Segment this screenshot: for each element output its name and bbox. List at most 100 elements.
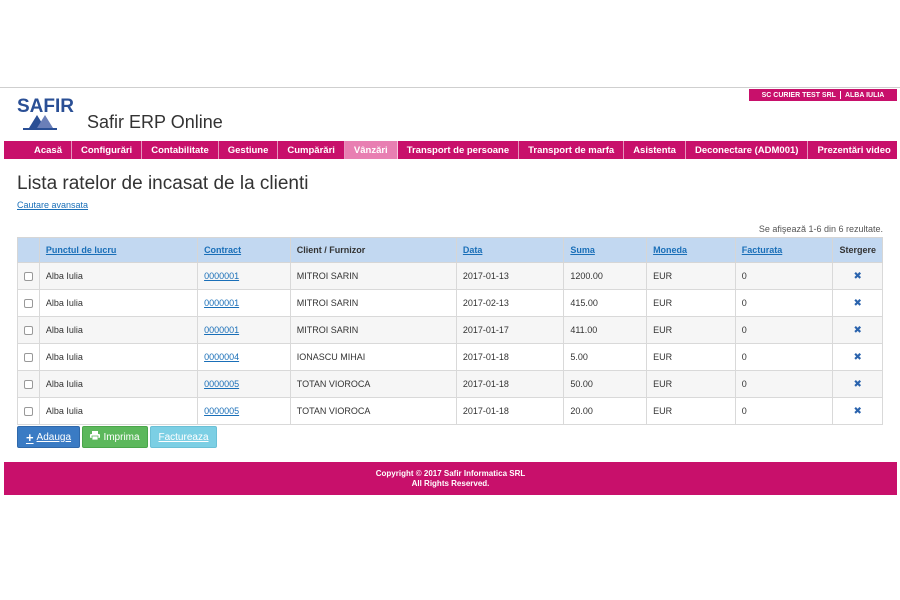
header-delete: Stergere [832, 237, 883, 263]
row-select[interactable] [17, 289, 40, 317]
nav-item-asistenta[interactable]: Asistenta [624, 141, 686, 159]
company-separator [839, 91, 841, 99]
cell-invoiced: 0 [734, 370, 834, 398]
contract-link[interactable]: 0000005 [204, 379, 239, 389]
cell-contract: 0000005 [197, 370, 291, 398]
cell-currency: EUR [646, 397, 736, 425]
safir-logo[interactable]: SAFIR [17, 95, 79, 131]
row-checkbox[interactable] [23, 326, 33, 336]
print-button-label: Imprima [103, 431, 140, 443]
printer-icon [90, 431, 101, 443]
row-checkbox[interactable] [23, 407, 33, 417]
cell-client: MITROI SARIN [289, 316, 457, 344]
print-button[interactable]: Imprima [82, 426, 148, 448]
cell-invoiced: 0 [734, 343, 834, 371]
cell-amount: 415.00 [563, 289, 648, 317]
cell-invoiced: 0 [734, 316, 834, 344]
company-name: SC CURIER TEST SRL [761, 91, 836, 99]
sort-invoiced-link[interactable]: Facturata [742, 245, 783, 255]
app-title: Safir ERP Online [87, 112, 223, 132]
page-footer: Copyright © 2017 Safir Informatica SRL A… [4, 462, 897, 495]
nav-item-vanzari[interactable]: Vânzări [344, 141, 398, 159]
row-select[interactable] [17, 316, 40, 344]
row-select[interactable] [17, 397, 40, 425]
cell-delete: ✖ [832, 289, 883, 317]
nav-item-cumparari[interactable]: Cumpărări [278, 141, 345, 159]
invoice-button-label: Factureaza [158, 431, 209, 443]
table-row: Alba Iulia 0000005 TOTAN VIOROCA 2017-01… [17, 397, 883, 425]
row-checkbox[interactable] [23, 299, 33, 309]
sort-date-link[interactable]: Data [463, 245, 483, 255]
cell-amount: 5.00 [563, 343, 648, 371]
header-amount[interactable]: Suma [563, 237, 648, 263]
cell-location: Alba Iulia [38, 262, 199, 290]
delete-icon[interactable]: ✖ [854, 271, 862, 282]
table-header-row: Punctul de lucru Contract Client / Furni… [17, 237, 883, 263]
cell-contract: 0000005 [197, 397, 291, 425]
header-contract[interactable]: Contract [197, 237, 291, 263]
cell-date: 2017-01-18 [455, 397, 565, 425]
contract-link[interactable]: 0000001 [204, 325, 239, 335]
cell-contract: 0000004 [197, 343, 291, 371]
cell-client: TOTAN VIOROCA [289, 370, 457, 398]
cell-client: MITROI SARIN [289, 289, 457, 317]
header-invoiced[interactable]: Facturata [734, 237, 834, 263]
nav-item-contabilitate[interactable]: Contabilitate [142, 141, 219, 159]
add-button-label: Adauga [36, 431, 72, 443]
main-navbar: Acasă Configurări Contabilitate Gestiune… [4, 141, 900, 159]
top-divider [0, 87, 900, 88]
cell-location: Alba Iulia [38, 343, 199, 371]
footer-rights: All Rights Reserved. [411, 479, 490, 488]
nav-item-prezentari-video[interactable]: Prezentări video [808, 141, 900, 159]
table-row: Alba Iulia 0000001 MITROI SARIN 2017-02-… [17, 289, 883, 317]
add-button[interactable]: + Adauga [17, 426, 80, 448]
cell-invoiced: 0 [734, 262, 834, 290]
company-location: ALBA IULIA [844, 91, 885, 99]
delete-icon[interactable]: ✖ [854, 379, 862, 390]
cell-location: Alba Iulia [38, 289, 199, 317]
row-checkbox[interactable] [23, 353, 33, 363]
nav-item-configurari[interactable]: Configurări [72, 141, 143, 159]
cell-date: 2017-02-13 [455, 289, 565, 317]
contract-link[interactable]: 0000001 [204, 298, 239, 308]
contract-link[interactable]: 0000001 [204, 271, 239, 281]
cell-contract: 0000001 [197, 316, 291, 344]
nav-item-transport-marfa[interactable]: Transport de marfa [519, 141, 625, 159]
sort-amount-link[interactable]: Suma [570, 245, 595, 255]
row-select[interactable] [17, 343, 40, 371]
delete-icon[interactable]: ✖ [854, 298, 862, 309]
table-row: Alba Iulia 0000001 MITROI SARIN 2017-01-… [17, 262, 883, 290]
nav-item-transport-persoane[interactable]: Transport de persoane [398, 141, 520, 159]
cell-delete: ✖ [832, 262, 883, 290]
row-checkbox[interactable] [23, 380, 33, 390]
row-select[interactable] [17, 370, 40, 398]
header-currency[interactable]: Moneda [646, 237, 736, 263]
row-select[interactable] [17, 262, 40, 290]
nav-item-deconectare[interactable]: Deconectare (ADM001) [686, 141, 809, 159]
delete-icon[interactable]: ✖ [854, 325, 862, 336]
cell-currency: EUR [646, 289, 736, 317]
company-bar: SC CURIER TEST SRL ALBA IULIA [749, 89, 897, 101]
cell-client: MITROI SARIN [289, 262, 457, 290]
cell-date: 2017-01-13 [455, 262, 565, 290]
advanced-search-link[interactable]: Cautare avansata [17, 200, 88, 210]
cell-delete: ✖ [832, 370, 883, 398]
delete-icon[interactable]: ✖ [854, 406, 862, 417]
cell-amount: 411.00 [563, 316, 648, 344]
contract-link[interactable]: 0000005 [204, 406, 239, 416]
contract-link[interactable]: 0000004 [204, 352, 239, 362]
sort-currency-link[interactable]: Moneda [653, 245, 687, 255]
cell-client: TOTAN VIOROCA [289, 397, 457, 425]
sort-contract-link[interactable]: Contract [204, 245, 241, 255]
nav-item-gestiune[interactable]: Gestiune [219, 141, 279, 159]
sort-location-link[interactable]: Punctul de lucru [46, 245, 117, 255]
header-location[interactable]: Punctul de lucru [38, 237, 199, 263]
cell-amount: 1200.00 [563, 262, 648, 290]
invoice-button[interactable]: Factureaza [150, 426, 217, 448]
cell-client: IONASCU MIHAI [289, 343, 457, 371]
cell-invoiced: 0 [734, 289, 834, 317]
delete-icon[interactable]: ✖ [854, 352, 862, 363]
row-checkbox[interactable] [23, 272, 33, 282]
header-date[interactable]: Data [455, 237, 565, 263]
nav-item-acasa[interactable]: Acasă [4, 141, 72, 159]
